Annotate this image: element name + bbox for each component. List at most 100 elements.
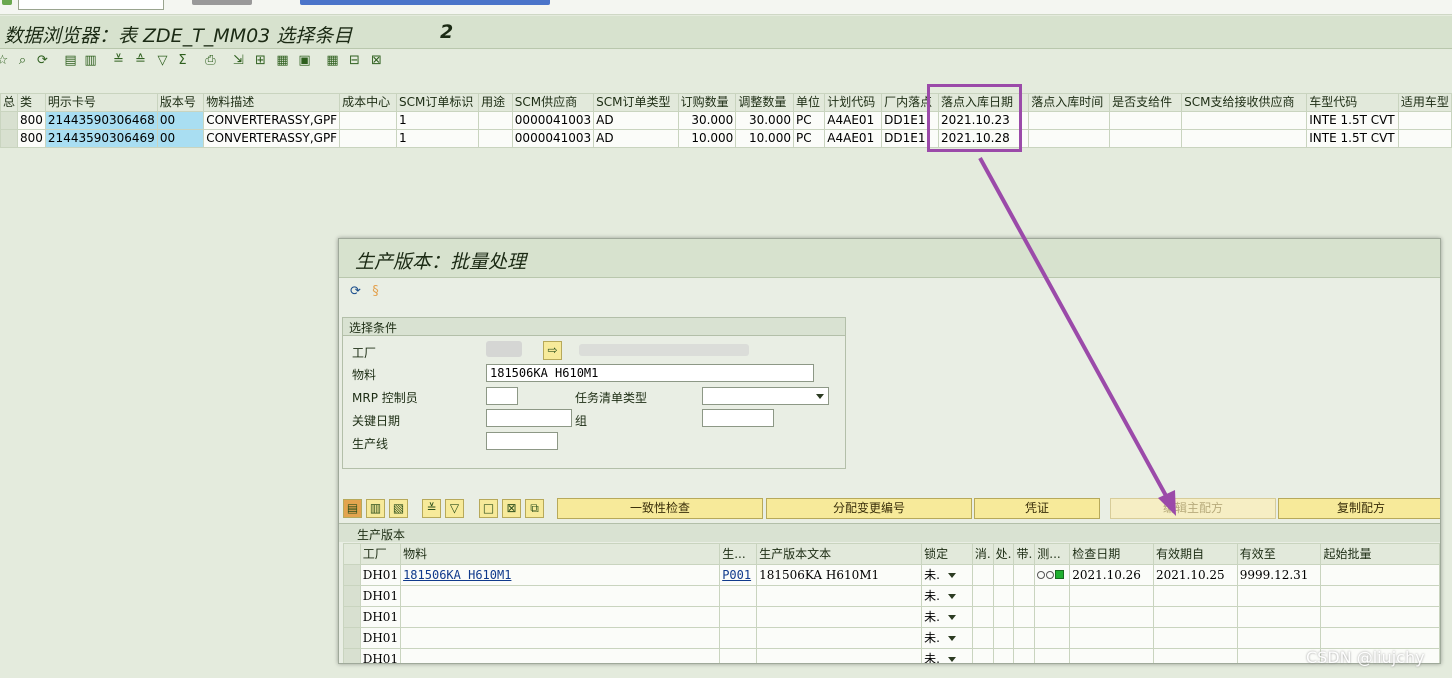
- edit-master-recipe-button[interactable]: 编辑主配方: [1110, 498, 1276, 519]
- assign-change-number-button[interactable]: 分配变更编号: [766, 498, 972, 519]
- column-header[interactable]: 单位: [792, 93, 826, 112]
- material-cell[interactable]: [400, 606, 721, 628]
- column-header[interactable]: 有效期自: [1152, 543, 1238, 565]
- chevron-down-icon[interactable]: [947, 636, 956, 641]
- table-row[interactable]: DH01 未.: [343, 627, 1440, 649]
- details-icon[interactable]: ▤: [343, 499, 362, 518]
- scroll-icon[interactable]: §: [367, 283, 384, 300]
- material-cell[interactable]: [400, 648, 721, 663]
- flag-cell[interactable]: [1013, 648, 1036, 663]
- lock-cell[interactable]: 未.: [921, 606, 973, 628]
- change-layout-icon[interactable]: ⊟: [346, 52, 363, 69]
- details-icon[interactable]: ☆: [0, 52, 11, 69]
- column-header[interactable]: 车型代码: [1306, 93, 1399, 112]
- flag-cell[interactable]: [1013, 606, 1036, 628]
- column-header[interactable]: 生...: [719, 543, 758, 565]
- column-header[interactable]: 消.: [971, 543, 994, 565]
- column-header[interactable]: 物料描述: [203, 93, 341, 112]
- column-header[interactable]: 带.: [1013, 543, 1036, 565]
- column-header[interactable]: 落点入库时间: [1028, 93, 1111, 112]
- column-header[interactable]: SCM订单标识: [395, 93, 480, 112]
- column-header[interactable]: 生产版本文本: [756, 543, 923, 565]
- chevron-down-icon[interactable]: [947, 594, 956, 599]
- task-list-type-select[interactable]: [702, 387, 829, 405]
- export-icon[interactable]: ⇲: [230, 52, 247, 69]
- column-header[interactable]: 成本中心: [339, 93, 397, 112]
- material-cell[interactable]: [400, 585, 721, 607]
- table-row[interactable]: 800 21443590306468 00 CONVERTERASSY,GPF 1 000…: [0, 111, 1452, 130]
- start-lot-cell[interactable]: [1320, 564, 1440, 586]
- version-text-cell[interactable]: [756, 606, 923, 628]
- create-icon[interactable]: □: [479, 499, 498, 518]
- column-header[interactable]: 检查日期: [1069, 543, 1154, 565]
- flag-cell[interactable]: [1013, 564, 1036, 586]
- sum-icon[interactable]: Σ: [174, 52, 191, 69]
- version-cell[interactable]: [719, 606, 758, 628]
- column-header[interactable]: 锁定: [921, 543, 973, 565]
- flag-cell[interactable]: [992, 648, 1015, 663]
- command-field[interactable]: [18, 0, 164, 10]
- mrp-controller-input[interactable]: [486, 387, 518, 405]
- flag-cell[interactable]: [971, 564, 994, 586]
- material-input[interactable]: 181506KA H610M1: [486, 364, 814, 382]
- table-row[interactable]: DH01 未.: [343, 648, 1440, 663]
- voucher-button[interactable]: 凭证: [974, 498, 1100, 519]
- column-header[interactable]: 订购数量: [677, 93, 737, 112]
- graphic-icon[interactable]: ▣: [296, 52, 313, 69]
- table-row[interactable]: DH01 未.: [343, 585, 1440, 607]
- refresh-icon[interactable]: ⟳: [347, 283, 364, 300]
- flag-cell[interactable]: [992, 564, 1015, 586]
- version-cell[interactable]: [719, 627, 758, 649]
- production-line-input[interactable]: [486, 432, 558, 450]
- save-layout-icon[interactable]: ⊠: [368, 52, 385, 69]
- version-text-cell[interactable]: [756, 648, 923, 663]
- toolbar-icons[interactable]: [192, 0, 252, 5]
- row-selector[interactable]: [343, 627, 361, 649]
- chevron-down-icon[interactable]: [947, 573, 956, 578]
- word-icon[interactable]: ▦: [274, 52, 291, 69]
- column-header[interactable]: SCM供应商: [511, 93, 595, 112]
- table-row[interactable]: DH01 181506KA H610M1 P001 181506KA H610M1 未.…: [343, 564, 1440, 586]
- flag-cell[interactable]: [971, 648, 994, 663]
- table-row[interactable]: DH01 未.: [343, 606, 1440, 628]
- column-header[interactable]: 处.: [992, 543, 1015, 565]
- column-header[interactable]: 工厂: [359, 543, 402, 565]
- version-text-cell[interactable]: [756, 585, 923, 607]
- sort-ascending-icon[interactable]: ≚: [110, 52, 127, 69]
- filter-icon[interactable]: ▽: [154, 52, 171, 69]
- material-cell[interactable]: [400, 627, 721, 649]
- row-selector[interactable]: [343, 564, 361, 586]
- row-selector[interactable]: [343, 648, 361, 663]
- version-cell[interactable]: [719, 648, 758, 663]
- enter-icon[interactable]: [2, 0, 12, 5]
- plant-help-button[interactable]: ⇨: [543, 341, 562, 360]
- flag-cell[interactable]: [992, 627, 1015, 649]
- column-header[interactable]: 调整数量: [735, 93, 794, 112]
- material-cell[interactable]: 181506KA H610M1: [400, 564, 721, 586]
- version-text-cell[interactable]: 181506KA H610M1: [756, 564, 923, 586]
- column-header[interactable]: 有效至: [1236, 543, 1322, 565]
- chevron-down-icon[interactable]: [947, 615, 956, 620]
- version-text-cell[interactable]: [756, 627, 923, 649]
- filter-icon[interactable]: ▽: [445, 499, 464, 518]
- flag-cell[interactable]: [1013, 627, 1036, 649]
- toolbar-icons[interactable]: [300, 0, 550, 5]
- flag-cell[interactable]: [971, 585, 994, 607]
- sort-descending-icon[interactable]: ≙: [132, 52, 149, 69]
- column-header[interactable]: SCM订单类型: [593, 93, 679, 112]
- column-header[interactable]: 用途: [478, 93, 513, 112]
- lock-cell[interactable]: 未.: [921, 648, 973, 663]
- deselect-all-icon[interactable]: ▧: [389, 499, 408, 518]
- row-selector[interactable]: [343, 585, 361, 607]
- table-row[interactable]: 800 21443590306469 00 CONVERTERASSY,GPF 1 000…: [0, 129, 1452, 148]
- delete-icon[interactable]: ⊠: [502, 499, 521, 518]
- version-cell[interactable]: [719, 585, 758, 607]
- group-input[interactable]: [702, 409, 774, 427]
- column-header[interactable]: 测...: [1034, 543, 1071, 565]
- column-header[interactable]: 适用车型: [1397, 93, 1452, 112]
- start-lot-cell[interactable]: [1320, 585, 1440, 607]
- version-cell[interactable]: P001: [719, 564, 758, 586]
- copy-icon[interactable]: ⧉: [525, 499, 544, 518]
- plant-input[interactable]: [486, 341, 522, 357]
- column-header[interactable]: 计划代码: [824, 93, 883, 112]
